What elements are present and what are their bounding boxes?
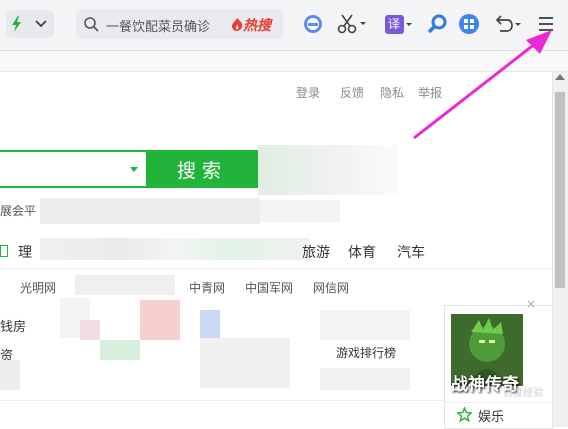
blurred-area [0, 360, 20, 390]
block-icon [304, 15, 322, 33]
find-button[interactable] [425, 12, 449, 36]
nav-tab-partial[interactable]: 理 [18, 242, 32, 262]
accelerate-menu-button[interactable] [6, 10, 54, 38]
content-text-partial[interactable]: 钱房 [0, 316, 26, 335]
report-link[interactable]: 举报 [418, 84, 442, 101]
scrollbar-thumb[interactable] [555, 92, 565, 288]
tab-strip [0, 51, 568, 72]
menu-icon [539, 17, 553, 31]
site-link-zhongqing[interactable]: 中青网 [189, 279, 225, 296]
privacy-link[interactable]: 隐私 [380, 84, 404, 101]
main-menu-button[interactable] [535, 12, 557, 36]
blurred-area [320, 310, 410, 340]
blurred-area [80, 320, 100, 340]
search-box-text: 一餐饮配菜员确诊 [106, 20, 211, 35]
star-icon [457, 407, 472, 422]
main-search-input[interactable] [0, 150, 146, 188]
feedback-link[interactable]: 反馈 [340, 84, 364, 101]
nav-tab-sports[interactable]: 体育 [348, 242, 376, 262]
hot-search-text: 热搜 [243, 18, 271, 34]
lightning-icon [12, 16, 47, 32]
search-icon [84, 17, 99, 32]
scissors-icon [337, 14, 366, 34]
blurred-area [40, 238, 310, 260]
blurred-area [200, 310, 220, 338]
site-link-wangxin[interactable]: 网信网 [313, 279, 349, 296]
site-link-junwang[interactable]: 中国军网 [245, 279, 293, 296]
chevron-down-icon [405, 23, 412, 26]
nav-marker-icon [0, 245, 8, 257]
magnifier-icon [427, 14, 447, 34]
login-link[interactable]: 登录 [296, 84, 320, 101]
blurred-area [200, 338, 290, 388]
ad-card[interactable]: 战神传奇 百度经验 娱乐 [444, 305, 554, 429]
blurred-area [100, 340, 140, 360]
ad-block-button[interactable] [302, 13, 324, 35]
divider [445, 402, 553, 403]
ad-category: 娱乐 [478, 410, 505, 425]
undo-close-tab-button[interactable] [492, 12, 522, 36]
apps-button[interactable] [457, 12, 481, 36]
site-link-guangming[interactable]: 光明网 [20, 279, 56, 296]
scroll-up-icon[interactable] [555, 74, 565, 80]
chevron-down-icon [35, 20, 47, 28]
content-text-games[interactable]: 游戏排行榜 [336, 344, 396, 361]
nav-tab-auto[interactable]: 汽车 [397, 242, 425, 262]
search-hint-text[interactable]: 展会平 [0, 202, 36, 219]
dropdown-arrow-icon [130, 167, 138, 172]
blurred-area [260, 200, 340, 222]
divider [0, 268, 552, 269]
close-icon[interactable]: × [526, 297, 536, 311]
fire-icon [232, 18, 243, 31]
blurred-area [40, 198, 260, 224]
blurred-area [140, 300, 180, 340]
hot-search-label[interactable]: 热搜 [232, 15, 271, 35]
translate-button[interactable]: 译 [383, 12, 415, 36]
divider [0, 400, 444, 401]
undo-icon [495, 15, 521, 32]
blurred-area [320, 368, 410, 390]
search-button[interactable]: 搜索 [146, 150, 258, 188]
screenshot-button[interactable] [336, 12, 370, 36]
blurred-area [258, 145, 398, 195]
apps-grid-icon [459, 14, 479, 34]
address-search-box[interactable]: 一餐饮配菜员确诊 热搜 [76, 9, 283, 39]
blurred-area [75, 275, 175, 295]
browser-toolbar: 一餐饮配菜员确诊 热搜 译 [0, 0, 568, 51]
watermark-text: 百度经验 [503, 388, 543, 399]
nav-tab-travel[interactable]: 旅游 [302, 242, 330, 262]
translate-icon: 译 [384, 14, 404, 34]
